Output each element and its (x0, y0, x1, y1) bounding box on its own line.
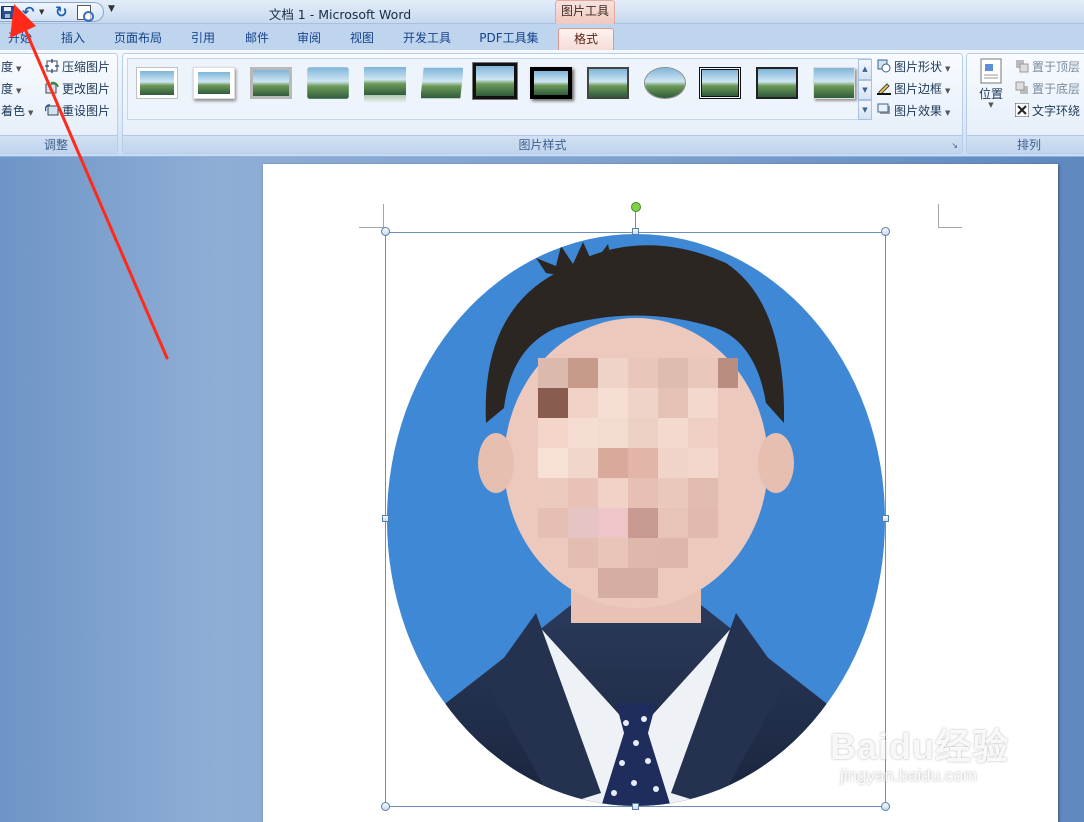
style-thumbnail-image (758, 69, 796, 97)
resize-handle-bottom-left[interactable] (381, 802, 390, 811)
style-thumbnail-image (476, 66, 514, 96)
picture-tools-context-label: 图片工具 (555, 0, 615, 24)
gallery-scroll-up[interactable]: ▲ (858, 59, 872, 80)
annotation-arrow (10, 4, 169, 360)
chevron-down-icon: ▼ (945, 109, 951, 117)
resize-handle-top[interactable] (632, 228, 639, 235)
style-thumbnail[interactable] (699, 67, 741, 99)
arrange-group-label: 排列 (967, 135, 1084, 153)
rotate-handle[interactable] (631, 202, 641, 212)
crop-mark (383, 204, 384, 228)
tab-mailings[interactable]: 邮件 (236, 28, 278, 50)
selection-frame (385, 232, 886, 807)
tab-format[interactable]: 格式 (558, 28, 614, 50)
style-thumbnail-image (253, 70, 289, 96)
chevron-down-icon: ▼ (945, 87, 951, 95)
tab-developer[interactable]: 开发工具 (393, 28, 461, 50)
style-thumbnail-image (702, 70, 738, 96)
style-thumbnail[interactable] (813, 67, 855, 99)
style-thumbnail[interactable] (530, 67, 572, 99)
text-wrap-icon (1015, 103, 1029, 117)
tab-pdf-tools[interactable]: PDF工具集 (470, 28, 548, 50)
watermark-url: jingyan.baidu.com (840, 766, 978, 785)
reflection (364, 95, 406, 103)
bring-to-front-button[interactable]: 置于顶层 (1015, 57, 1080, 77)
picture-effects-button[interactable]: 图片效果 ▼ (877, 101, 950, 121)
send-to-back-label: 置于底层 (1032, 82, 1081, 96)
resize-handle-left[interactable] (382, 515, 389, 522)
pen-icon (877, 83, 891, 95)
style-thumbnail[interactable] (250, 67, 292, 99)
crop-mark (938, 204, 939, 228)
picture-shape-button[interactable]: 图片形状 ▼ (877, 57, 950, 77)
bring-front-icon (1016, 60, 1029, 73)
resize-handle-top-right[interactable] (881, 227, 890, 236)
picture-border-label: 图片边框 (894, 82, 943, 96)
chevron-down-icon: ▼ (945, 65, 951, 73)
style-thumbnail[interactable] (364, 67, 406, 103)
style-thumbnail-image (307, 67, 349, 99)
effects-icon (877, 103, 890, 114)
style-thumbnail-image (421, 67, 463, 99)
style-thumbnail[interactable] (587, 67, 629, 99)
picture-styles-group-label: 图片样式 (123, 135, 962, 153)
style-thumbnail[interactable] (307, 67, 349, 99)
style-thumbnail[interactable] (421, 67, 463, 99)
watermark-brand: Baidu经验 (830, 726, 1010, 767)
style-thumbnail-image (364, 67, 406, 95)
text-wrapping-button[interactable]: 文字环绕 (1015, 101, 1080, 121)
baidu-watermark: Baidu经验 jingyan.baidu.com (830, 718, 1030, 798)
text-wrapping-label: 文字环绕 (1032, 104, 1081, 118)
style-thumbnail-image (589, 69, 627, 97)
style-thumbnail-image (534, 71, 568, 95)
resize-handle-bottom[interactable] (632, 803, 639, 810)
picture-effects-label: 图片效果 (894, 104, 943, 118)
crop-mark (938, 227, 962, 228)
picture-shape-label: 图片形状 (894, 60, 943, 74)
resize-handle-right[interactable] (882, 515, 889, 522)
bring-to-front-label: 置于顶层 (1032, 60, 1081, 74)
gallery-scroll-down[interactable]: ▼ (858, 80, 872, 100)
send-to-back-button[interactable]: 置于底层 (1015, 79, 1080, 99)
arrange-group: 位置 ▼ 置于顶层 置于底层 文字环绕 排列 (966, 53, 1084, 154)
dialog-launcher-icon[interactable]: ↘ (951, 141, 958, 150)
resize-handle-bottom-right[interactable] (881, 802, 890, 811)
arrow-shaft (20, 20, 169, 360)
picture-style-gallery (127, 58, 871, 120)
chevron-down-icon: ▼ (988, 101, 994, 109)
gallery-more[interactable]: ▼ (858, 100, 872, 120)
picture-styles-group: ▲ ▼ ▼ 图片形状 ▼ 图片边框 ▼ 图片效果 ▼ 图片样式 ↘ (122, 53, 963, 154)
style-thumbnail-image (814, 68, 854, 98)
style-thumbnail[interactable] (473, 63, 517, 99)
style-thumbnail[interactable] (756, 67, 798, 99)
crop-mark (359, 227, 383, 228)
shape-icon (877, 59, 891, 73)
send-back-icon (1015, 81, 1028, 94)
position-icon (980, 58, 1002, 84)
tab-view[interactable]: 视图 (341, 28, 383, 50)
resize-handle-top-left[interactable] (381, 227, 390, 236)
position-label: 位置 (978, 87, 1003, 101)
style-thumbnail[interactable] (644, 67, 686, 99)
tab-review[interactable]: 审阅 (288, 28, 330, 50)
picture-border-button[interactable]: 图片边框 ▼ (877, 79, 950, 99)
position-button[interactable]: 位置 ▼ (977, 58, 1005, 120)
style-thumbnail-image (198, 72, 230, 94)
style-thumbnail-image (645, 68, 685, 98)
arrow-head (10, 4, 36, 38)
